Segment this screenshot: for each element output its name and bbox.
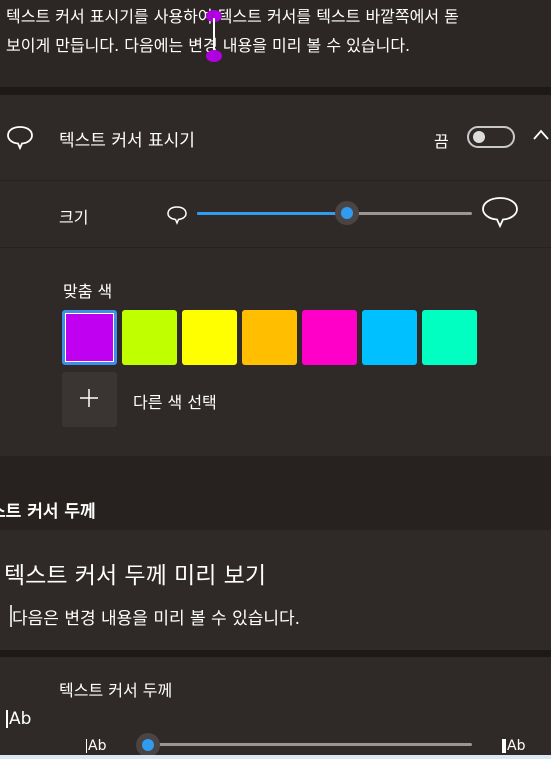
small-indicator-icon	[167, 206, 187, 225]
thickness-slider-thumb[interactable]	[136, 733, 160, 757]
thickness-label: 텍스트 커서 두께	[59, 681, 173, 700]
size-slider-fill	[197, 212, 335, 215]
thickness-preview-text: 다음은 변경 내용을 미리 볼 수 있습니다.	[12, 609, 301, 629]
color-swatch[interactable]	[242, 310, 297, 365]
color-swatch[interactable]	[62, 310, 117, 365]
add-color-label[interactable]: 다른 색 선택	[133, 389, 217, 413]
color-swatch[interactable]	[122, 310, 177, 365]
bottom-edge	[0, 755, 551, 759]
text-cursor-indicator-icon	[206, 10, 222, 62]
color-swatch[interactable]	[182, 310, 237, 365]
thickness-icon: Ab	[6, 709, 31, 729]
thin-cursor-icon: Ab	[86, 738, 107, 754]
thickness-slider-track[interactable]	[150, 743, 472, 746]
thickness-preview-card	[0, 530, 551, 650]
indicator-description: 텍스트 커서 표시기를 사용하여 텍스트 커서를 텍스트 바깥쪽에서 돋 보이게…	[6, 7, 459, 55]
thickness-section-heading: 스트 커서 두께	[0, 502, 96, 522]
section-divider	[0, 650, 551, 657]
size-label: 크기	[59, 208, 89, 227]
color-swatches	[62, 310, 477, 365]
indicator-title: 텍스트 커서 표시기	[59, 131, 195, 151]
plus-icon	[80, 389, 98, 407]
toggle-knob	[473, 131, 485, 143]
custom-colors-title: 맞춤 색	[63, 282, 113, 301]
size-slider-thumb[interactable]	[334, 201, 359, 225]
chevron-up-icon[interactable]	[532, 128, 550, 142]
toggle-state-label: 끔	[434, 132, 449, 151]
color-swatch[interactable]	[362, 310, 417, 365]
section-divider	[0, 87, 551, 95]
thickness-preview-title: 텍스트 커서 두께 미리 보기	[4, 563, 267, 589]
color-swatch[interactable]	[302, 310, 357, 365]
cursor-indicator-icon	[7, 126, 33, 150]
add-color-button[interactable]	[62, 372, 117, 427]
large-indicator-icon	[482, 197, 518, 228]
color-swatch[interactable]	[422, 310, 477, 365]
thick-cursor-icon: Ab	[502, 738, 525, 754]
